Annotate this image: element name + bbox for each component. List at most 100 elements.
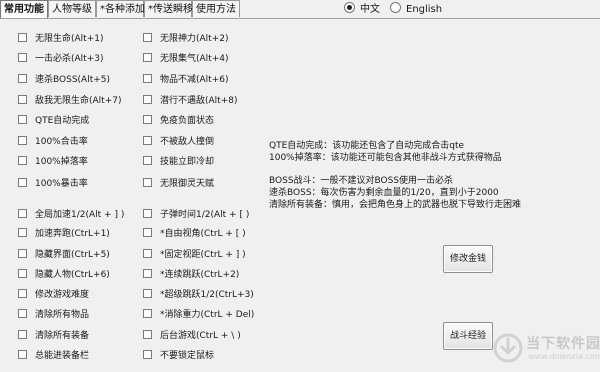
battle-exp-button[interactable]: 战斗经验 bbox=[443, 322, 493, 350]
cheat-checkbox[interactable]: 速杀BOSS(Alt+5) bbox=[18, 74, 110, 86]
checkbox-label: 无限御灵天赋 bbox=[160, 179, 215, 189]
checkbox-label: 无限神力(Alt+2) bbox=[160, 34, 229, 44]
cheat-checkbox[interactable]: 无限御灵天赋 bbox=[143, 178, 214, 190]
language-chinese-label: 中文 bbox=[360, 4, 380, 15]
checkbox-label: *连续跳跃(CtrL+2) bbox=[160, 270, 240, 280]
cheat-checkbox[interactable]: 无限集气(Alt+4) bbox=[143, 53, 228, 65]
checkbox-icon bbox=[143, 115, 152, 124]
cheat-checkbox[interactable]: *自由视角(CtrL + [ ) bbox=[143, 228, 246, 240]
cheat-checkbox[interactable]: 技能立即冷却 bbox=[143, 156, 214, 168]
cheat-checkbox[interactable]: 100%掉落率 bbox=[18, 156, 88, 168]
checkbox-icon bbox=[143, 350, 152, 359]
checkbox-icon bbox=[18, 95, 27, 104]
checkbox-label: QTE自动完成 bbox=[35, 116, 90, 126]
checkbox-label: *固定视距(CtrL + ] ) bbox=[160, 250, 246, 260]
cheat-checkbox[interactable]: 免疫负面状态 bbox=[143, 115, 214, 127]
cheat-checkbox[interactable]: 一击必杀(Alt+3) bbox=[18, 53, 103, 65]
checkbox-icon bbox=[18, 249, 27, 258]
cheat-checkbox[interactable]: QTE自动完成 bbox=[18, 115, 89, 127]
checkbox-icon bbox=[18, 115, 27, 124]
cheat-checkbox[interactable]: 潜行不遇敌(Alt+8) bbox=[143, 95, 237, 107]
radio-empty-icon bbox=[390, 2, 401, 13]
checkbox-icon bbox=[18, 350, 27, 359]
tab-common-functions[interactable]: 常用功能 bbox=[0, 0, 48, 19]
tab-label: 使用方法 bbox=[196, 4, 236, 15]
checkbox-icon bbox=[18, 74, 27, 83]
cheat-checkbox[interactable]: 总能进装备栏 bbox=[18, 350, 89, 362]
checkbox-label: 后台游戏(CtrL + \ ) bbox=[160, 331, 241, 341]
checkbox-label: 敌我无限生命(Alt+7) bbox=[35, 96, 122, 106]
cheat-checkbox[interactable]: 清除所有物品 bbox=[18, 309, 89, 321]
checkbox-icon bbox=[18, 178, 27, 187]
checkbox-label: 清除所有物品 bbox=[35, 310, 90, 320]
cheat-checkbox[interactable]: 物品不减(Alt+6) bbox=[143, 74, 228, 86]
note-boss-battle: BOSS战斗：一般不建议对BOSS使用一击必杀 bbox=[269, 176, 454, 186]
checkbox-label: 一击必杀(Alt+3) bbox=[35, 54, 104, 64]
checkbox-label: 100%掉落率 bbox=[35, 157, 88, 167]
checkbox-label: 子弹时间1/2(Alt + [ ) bbox=[160, 210, 250, 220]
checkbox-label: *超级跳跃1/2(CtrL+3) bbox=[160, 290, 254, 300]
cheat-checkbox[interactable]: 修改游戏难度 bbox=[18, 289, 89, 301]
cheat-checkbox[interactable]: 后台游戏(CtrL + \ ) bbox=[143, 330, 241, 342]
cheat-checkbox[interactable]: 无限神力(Alt+2) bbox=[143, 33, 228, 45]
checkbox-icon bbox=[18, 289, 27, 298]
cheat-checkbox[interactable]: 清除所有装备 bbox=[18, 330, 89, 342]
language-english-radio[interactable]: English bbox=[390, 2, 442, 16]
checkbox-icon bbox=[18, 269, 27, 278]
note-qte: QTE自动完成：该功能还包含了自动完成合击qte bbox=[269, 141, 465, 151]
cheat-checkbox[interactable]: *连续跳跃(CtrL+2) bbox=[143, 269, 239, 281]
cheat-checkbox[interactable]: 隐藏人物(CtrL+6) bbox=[18, 269, 110, 281]
watermark: 当下软件园 www.downxia.com bbox=[492, 330, 600, 372]
checkbox-label: 无限集气(Alt+4) bbox=[160, 54, 229, 64]
cheat-checkbox[interactable]: 不要锁定鼠标 bbox=[143, 350, 214, 362]
checkbox-icon bbox=[143, 95, 152, 104]
cheat-checkbox[interactable]: 无限生命(Alt+1) bbox=[18, 33, 103, 45]
tab-add-items[interactable]: *各种添加 bbox=[96, 0, 145, 17]
tab-label: 常用功能 bbox=[4, 4, 44, 15]
note-drop-rate: 100%掉落率：该功能还可能包含其他非战斗方式获得物品 bbox=[269, 153, 502, 163]
language-chinese-radio[interactable]: 中文 bbox=[344, 2, 380, 16]
checkbox-icon bbox=[143, 228, 152, 237]
checkbox-label: 总能进装备栏 bbox=[35, 351, 90, 361]
tab-teleport[interactable]: *传送瞬移 bbox=[144, 0, 193, 17]
checkbox-icon bbox=[18, 156, 27, 165]
watermark-title: 当下软件园 bbox=[526, 336, 600, 352]
tab-character-level[interactable]: 人物等级 bbox=[48, 0, 96, 17]
cheat-checkbox[interactable]: 加速奔跑(CtrL+1) bbox=[18, 228, 110, 240]
checkbox-label: 全局加速1/2(Alt + ] ) bbox=[35, 210, 125, 220]
checkbox-label: 隐藏界面(CtrL+5) bbox=[35, 250, 110, 260]
checkbox-icon bbox=[18, 53, 27, 62]
cheat-checkbox[interactable]: *消除重力(CtrL + Del) bbox=[143, 309, 254, 321]
checkbox-icon bbox=[18, 309, 27, 318]
checkbox-label: 不要锁定鼠标 bbox=[160, 351, 215, 361]
checkbox-label: 隐藏人物(CtrL+6) bbox=[35, 270, 110, 280]
checkbox-icon bbox=[143, 136, 152, 145]
cheat-checkbox[interactable]: 不被敌人撞倒 bbox=[143, 136, 214, 148]
tab-label: *传送瞬移 bbox=[148, 4, 193, 15]
tab-usage[interactable]: 使用方法 bbox=[192, 0, 240, 17]
cheat-checkbox[interactable]: *固定视距(CtrL + ] ) bbox=[143, 249, 246, 261]
checkbox-label: 加速奔跑(CtrL+1) bbox=[35, 229, 110, 239]
cheat-checkbox[interactable]: 隐藏界面(CtrL+5) bbox=[18, 249, 110, 261]
checkbox-icon bbox=[143, 330, 152, 339]
checkbox-label: 清除所有装备 bbox=[35, 331, 90, 341]
cheat-checkbox[interactable]: 子弹时间1/2(Alt + [ ) bbox=[143, 209, 249, 221]
cheat-checkbox[interactable]: 全局加速1/2(Alt + ] ) bbox=[18, 209, 124, 221]
downxia-logo-icon bbox=[493, 333, 523, 363]
cheat-checkbox[interactable]: 敌我无限生命(Alt+7) bbox=[18, 95, 121, 107]
checkbox-label: *消除重力(CtrL + Del) bbox=[160, 310, 255, 320]
checkbox-icon bbox=[18, 33, 27, 42]
tab-label: *各种添加 bbox=[100, 4, 145, 15]
checkbox-icon bbox=[143, 53, 152, 62]
tab-label: 人物等级 bbox=[52, 4, 92, 15]
cheat-checkbox[interactable]: 100%合击率 bbox=[18, 136, 88, 148]
checkbox-label: 速杀BOSS(Alt+5) bbox=[35, 75, 111, 85]
modify-money-button[interactable]: 修改金钱 bbox=[443, 245, 493, 273]
checkbox-icon bbox=[18, 228, 27, 237]
cheat-checkbox[interactable]: 100%暴击率 bbox=[18, 178, 88, 190]
cheat-checkbox[interactable]: *超级跳跃1/2(CtrL+3) bbox=[143, 289, 254, 301]
checkbox-label: 免疫负面状态 bbox=[160, 116, 215, 126]
checkbox-label: 潜行不遇敌(Alt+8) bbox=[160, 96, 238, 106]
language-english-label: English bbox=[406, 4, 443, 15]
checkbox-label: 100%合击率 bbox=[35, 137, 88, 147]
